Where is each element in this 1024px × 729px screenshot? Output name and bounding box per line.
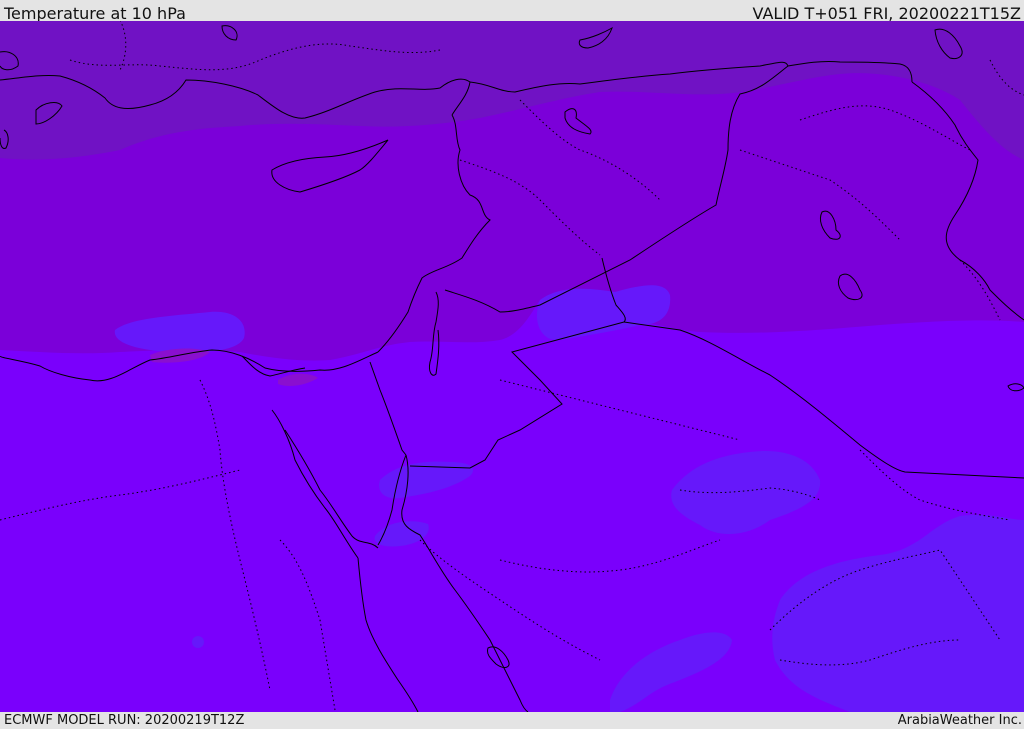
header-bar: Temperature at 10 hPa VALID T+051 FRI, 2… bbox=[0, 0, 1024, 23]
map-canvas bbox=[0, 21, 1024, 712]
cool-patch-small bbox=[192, 636, 204, 648]
footer-bar: ECMWF MODEL RUN: 20200219T12Z ArabiaWeat… bbox=[0, 712, 1024, 729]
temperature-map[interactable] bbox=[0, 21, 1024, 712]
model-run: ECMWF MODEL RUN: 20200219T12Z bbox=[4, 713, 245, 728]
provider-credit: ArabiaWeather Inc. bbox=[897, 713, 1022, 728]
